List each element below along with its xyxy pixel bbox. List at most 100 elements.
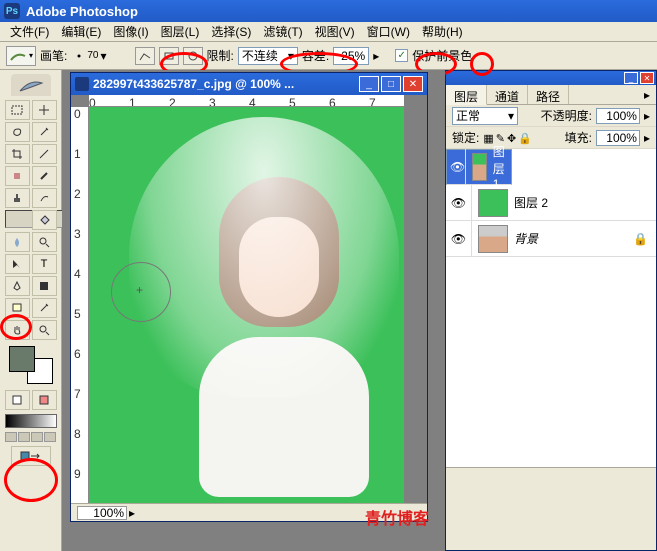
bucket-tool[interactable] (32, 210, 57, 230)
limit-label: 限制: (207, 47, 234, 64)
image-content (159, 137, 389, 497)
color-swatches[interactable] (9, 346, 53, 384)
layer-thumbnail[interactable] (478, 225, 508, 253)
canvas[interactable] (89, 107, 404, 503)
screen-mode-button[interactable] (5, 432, 17, 442)
menu-help[interactable]: 帮助(H) (416, 21, 469, 42)
menu-filter[interactable]: 滤镜(T) (257, 21, 308, 42)
menu-image[interactable]: 图像(I) (107, 21, 154, 42)
layer-row[interactable]: 👁 图层 2 (446, 185, 656, 221)
path-select-tool[interactable] (5, 254, 30, 274)
arrow-icon[interactable]: ▸ (644, 131, 650, 145)
ruler-vertical[interactable]: 0123456789 (71, 107, 89, 503)
lock-buttons[interactable]: ▦✎✥🔒 (483, 131, 534, 145)
tool-preset-picker[interactable]: ▾ (6, 46, 36, 66)
canvas-wrap: 01234567 0123456789 (71, 95, 427, 503)
protect-fg-checkbox[interactable]: ✓ (395, 49, 408, 62)
sampling-once-button[interactable] (159, 47, 179, 65)
app-title: Adobe Photoshop (26, 4, 138, 19)
move-tool[interactable] (32, 100, 57, 120)
foreground-swatch[interactable] (9, 346, 35, 372)
standard-mode-button[interactable] (5, 390, 30, 410)
zoom-input[interactable]: 100% (77, 506, 127, 520)
history-brush-tool[interactable] (32, 188, 57, 208)
layer-thumbnail[interactable] (472, 153, 487, 181)
tab-paths[interactable]: 路径 (528, 85, 569, 104)
menubar: 文件(F) 编辑(E) 图像(I) 图层(L) 选择(S) 滤镜(T) 视图(V… (0, 22, 657, 42)
feather-icon (11, 74, 51, 96)
menu-select[interactable]: 选择(S) (205, 21, 257, 42)
panel-footer (446, 467, 656, 489)
watermark: 青竹博客 (365, 505, 429, 529)
layer-row[interactable]: 👁 图层 1 (446, 149, 512, 185)
blend-mode-select[interactable]: 正常▾ (452, 107, 518, 125)
fill-label: 填充: (565, 129, 592, 146)
hand-tool[interactable] (5, 320, 30, 340)
brush-tool[interactable] (32, 166, 57, 186)
pen-tool[interactable] (5, 276, 30, 296)
document-titlebar[interactable]: 282997t433625787_c.jpg @ 100% ... _ □ ✕ (71, 73, 427, 95)
lock-label: 锁定: (452, 129, 479, 146)
opacity-input[interactable]: 100% (596, 108, 640, 124)
wand-tool[interactable] (32, 122, 57, 142)
sampling-swatch-button[interactable] (183, 47, 203, 65)
document-window: 282997t433625787_c.jpg @ 100% ... _ □ ✕ … (70, 72, 428, 522)
arrow-icon[interactable]: ▸ (129, 506, 135, 520)
visibility-toggle[interactable]: 👁 (450, 149, 466, 185)
imageready-button[interactable] (11, 446, 51, 466)
panel-minimize-button[interactable]: _ (624, 72, 638, 84)
tolerance-label: 容差: (302, 47, 329, 64)
blur-tool[interactable] (5, 232, 30, 252)
menu-edit[interactable]: 编辑(E) (55, 21, 107, 42)
lock-row: 锁定: ▦✎✥🔒 填充: 100% ▸ (446, 127, 656, 149)
menu-layer[interactable]: 图层(L) (155, 21, 206, 42)
stamp-tool[interactable] (5, 188, 30, 208)
arrow-icon[interactable]: ▸ (644, 109, 650, 123)
dropdown-icon: ▾ (29, 51, 33, 60)
quickmask-mode-button[interactable] (32, 390, 57, 410)
shape-tool[interactable] (32, 276, 57, 296)
layer-name[interactable]: 背景 (514, 230, 538, 247)
layer-row[interactable]: 👁 背景 🔒 (446, 221, 656, 257)
layer-list: 👁 图层 1 👁 图层 2 👁 背景 🔒 (446, 149, 656, 467)
ruler-horizontal[interactable]: 01234567 (89, 95, 404, 107)
lasso-tool[interactable] (5, 122, 30, 142)
eyedropper-tool[interactable] (32, 298, 57, 318)
panel-menu-icon[interactable]: ▸ (638, 85, 656, 104)
type-tool[interactable]: T (32, 254, 57, 274)
panel-close-button[interactable]: ✕ (640, 72, 654, 84)
tab-layers[interactable]: 图层 (446, 85, 487, 105)
marquee-tool[interactable] (5, 100, 30, 120)
screen-mode-button[interactable] (44, 432, 56, 442)
gradient-bar (5, 414, 57, 428)
panel-titlebar[interactable]: _ ✕ (446, 71, 656, 85)
arrow-icon[interactable]: ▸ (373, 49, 379, 63)
dodge-tool[interactable] (32, 232, 57, 252)
crop-tool[interactable] (5, 144, 30, 164)
screen-mode-button[interactable] (18, 432, 30, 442)
close-button[interactable]: ✕ (403, 76, 423, 92)
limit-select[interactable]: 不连续▾ (238, 47, 298, 65)
layer-thumbnail[interactable] (478, 189, 508, 217)
tab-channels[interactable]: 通道 (487, 85, 528, 104)
tolerance-input[interactable]: 25% (333, 47, 369, 65)
layer-name[interactable]: 图层 2 (514, 194, 548, 211)
screen-mode-button[interactable] (31, 432, 43, 442)
menu-window[interactable]: 窗口(W) (361, 21, 416, 42)
zoom-tool[interactable] (32, 320, 57, 340)
visibility-toggle[interactable]: 👁 (446, 185, 472, 221)
minimize-button[interactable]: _ (359, 76, 379, 92)
layer-name[interactable]: 图层 1 (493, 143, 508, 191)
slice-tool[interactable] (32, 144, 57, 164)
menu-file[interactable]: 文件(F) (4, 21, 55, 42)
brush-size-value: 70 (87, 50, 98, 61)
brush-size-picker[interactable]: 70 ▾ (71, 48, 106, 64)
healing-tool[interactable] (5, 166, 30, 186)
sampling-continuous-button[interactable] (135, 47, 155, 65)
notes-tool[interactable] (5, 298, 30, 318)
fill-input[interactable]: 100% (596, 130, 640, 146)
menu-view[interactable]: 视图(V) (309, 21, 361, 42)
app-titlebar: Ps Adobe Photoshop (0, 0, 657, 22)
visibility-toggle[interactable]: 👁 (446, 221, 472, 257)
maximize-button[interactable]: □ (381, 76, 401, 92)
